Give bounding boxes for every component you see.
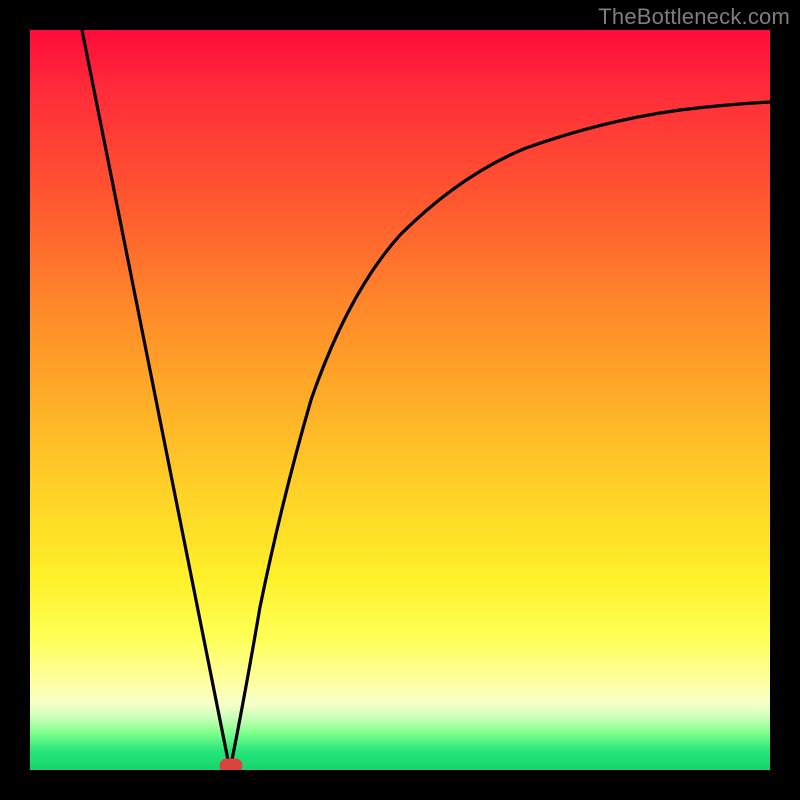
min-marker: [220, 759, 242, 770]
plot-area: [30, 30, 770, 770]
chart-curve: [30, 30, 770, 770]
watermark-text: TheBottleneck.com: [598, 4, 790, 30]
right-branch: [230, 102, 770, 770]
left-branch: [82, 30, 230, 770]
chart-frame: TheBottleneck.com: [0, 0, 800, 800]
